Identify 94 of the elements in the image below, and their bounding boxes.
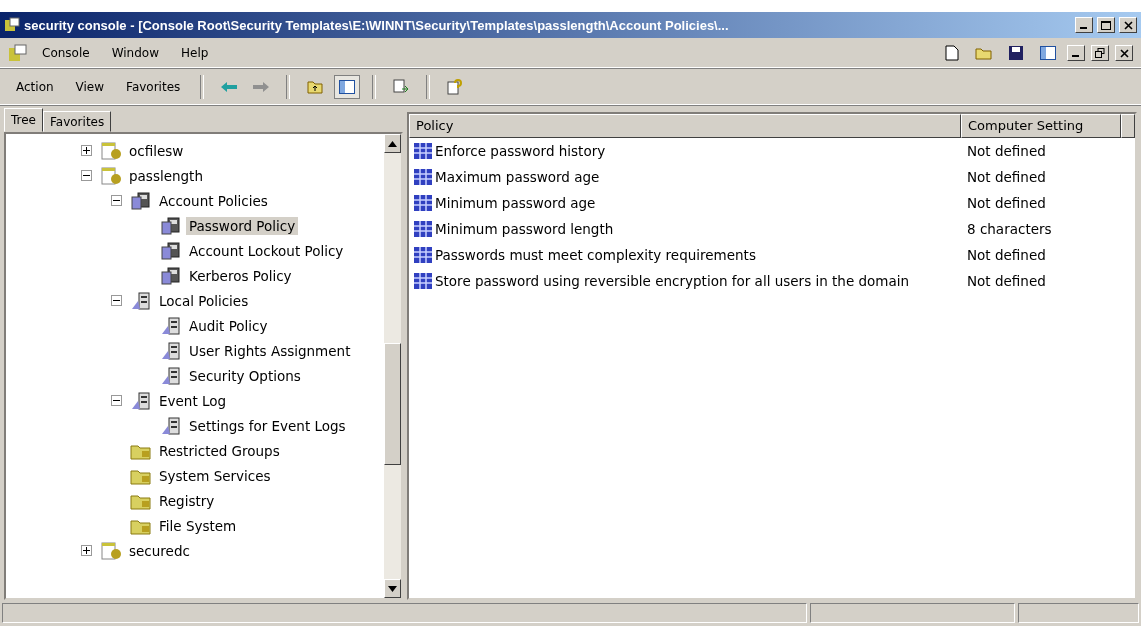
- collapse-icon[interactable]: [111, 395, 122, 406]
- policy-icon: [130, 390, 152, 411]
- up-folder-icon: [307, 80, 324, 94]
- minimize-button[interactable]: [1067, 45, 1085, 61]
- policy-name: Passwords must meet complexity requirements: [435, 247, 756, 263]
- tree-item[interactable]: File System: [156, 516, 240, 535]
- policy-icon: [130, 290, 152, 311]
- help-icon: [447, 79, 464, 95]
- restore-button[interactable]: [1091, 45, 1109, 61]
- menu-item[interactable]: View: [67, 78, 113, 96]
- close-button[interactable]: [1115, 45, 1133, 61]
- policy-icon: [130, 190, 152, 211]
- up-arrow-icon: [388, 140, 397, 147]
- tree-item[interactable]: Audit Policy: [186, 316, 271, 335]
- tree-item[interactable]: Restricted Groups: [156, 441, 283, 460]
- policy-setting-icon: [413, 246, 433, 264]
- tree-item[interactable]: System Services: [156, 466, 274, 485]
- panel-icon: [1040, 46, 1056, 60]
- tree-item[interactable]: Local Policies: [156, 291, 252, 310]
- collapse-icon[interactable]: [111, 295, 122, 306]
- policy-icon: [160, 415, 182, 436]
- maximize-icon: [1101, 20, 1111, 30]
- tree-item[interactable]: User Rights Assignment: [186, 341, 354, 360]
- policy-setting: Not defined: [966, 169, 1047, 185]
- down-arrow-icon: [388, 585, 397, 592]
- tree-item[interactable]: Registry: [156, 491, 218, 510]
- tree-item[interactable]: Security Options: [186, 366, 304, 385]
- forward-arrow-icon: [253, 82, 270, 92]
- policy-name: Maximum password age: [435, 169, 600, 185]
- tree-item[interactable]: Event Log: [156, 391, 230, 410]
- menu-item[interactable]: Action: [8, 78, 62, 96]
- window-title: security console - [Console Root\Security Templates\E:\WINNT\Security\Templates\passlength\Account Policies\...: [24, 17, 730, 33]
- maximize-button[interactable]: [1097, 17, 1115, 33]
- tree-item[interactable]: Account Lockout Policy: [186, 241, 347, 260]
- policy-setting: 8 characters: [966, 221, 1053, 237]
- expand-icon[interactable]: [81, 145, 92, 156]
- tab[interactable]: Tree: [4, 108, 43, 132]
- collapse-icon[interactable]: [111, 195, 122, 206]
- tree-item[interactable]: Password Policy: [186, 216, 299, 235]
- tree-item[interactable]: Settings for Event Logs: [186, 416, 349, 435]
- policy-setting: Not defined: [966, 247, 1047, 263]
- menu-item[interactable]: Console: [34, 44, 98, 62]
- new-file-icon: [945, 45, 959, 61]
- scroll-track[interactable]: [384, 134, 401, 598]
- scroll-up-button[interactable]: [384, 134, 401, 153]
- menu-item[interactable]: Window: [103, 44, 167, 62]
- restore-icon: [1095, 48, 1105, 58]
- close-button[interactable]: [1119, 17, 1137, 33]
- menu-item[interactable]: Help: [172, 44, 217, 62]
- close-icon: [1119, 48, 1129, 58]
- policy-icon: [160, 340, 182, 361]
- tree-item[interactable]: ocfilesw: [126, 141, 187, 160]
- show-tree-button[interactable]: [334, 75, 361, 99]
- expand-icon[interactable]: [81, 545, 92, 556]
- policy-setting-icon: [413, 272, 433, 290]
- collapse-icon[interactable]: [81, 170, 92, 181]
- back-arrow-icon: [221, 82, 238, 92]
- close-icon: [1123, 20, 1133, 30]
- save-icon: [1009, 46, 1023, 60]
- policy-icon: [160, 215, 182, 236]
- scroll-down-button[interactable]: [384, 579, 401, 598]
- column-header[interactable]: Computer Setting: [961, 114, 1121, 138]
- export-icon: [393, 79, 410, 95]
- tree-item[interactable]: Account Policies: [156, 191, 271, 210]
- folder-icon: [975, 46, 993, 60]
- template-icon: [100, 540, 122, 561]
- console-icon: [4, 17, 20, 33]
- template-icon: [100, 140, 122, 161]
- policy-setting: Not defined: [966, 195, 1047, 211]
- policy-setting-icon: [413, 220, 433, 238]
- policy-setting: Not defined: [966, 143, 1047, 159]
- policy-name: Store password using reversible encryption for all users in the domain: [435, 273, 910, 289]
- policy-setting-icon: [413, 142, 433, 160]
- policy-icon: [160, 365, 182, 386]
- tab[interactable]: Favorites: [43, 111, 112, 132]
- policy-icon: [160, 315, 182, 336]
- tree-item[interactable]: securedc: [126, 541, 193, 560]
- minimize-button[interactable]: [1075, 17, 1093, 33]
- policy-icon: [160, 265, 182, 286]
- template-icon: [100, 165, 122, 186]
- policy-setting-icon: [413, 194, 433, 212]
- policy-name: Minimum password age: [435, 195, 596, 211]
- column-header[interactable]: Policy: [409, 114, 961, 138]
- policy-name: Enforce password history: [435, 143, 606, 159]
- policy-icon: [160, 240, 182, 261]
- tree-item[interactable]: passlength: [126, 166, 206, 185]
- policy-name: Minimum password length: [435, 221, 614, 237]
- scroll-thumb[interactable]: [384, 343, 401, 465]
- console-icon: [8, 44, 28, 62]
- policy-setting: Not defined: [966, 273, 1047, 289]
- panel-icon: [339, 80, 356, 94]
- menu-item[interactable]: Favorites: [118, 78, 189, 96]
- policy-setting-icon: [413, 168, 433, 186]
- tree-item[interactable]: Kerberos Policy: [186, 266, 295, 285]
